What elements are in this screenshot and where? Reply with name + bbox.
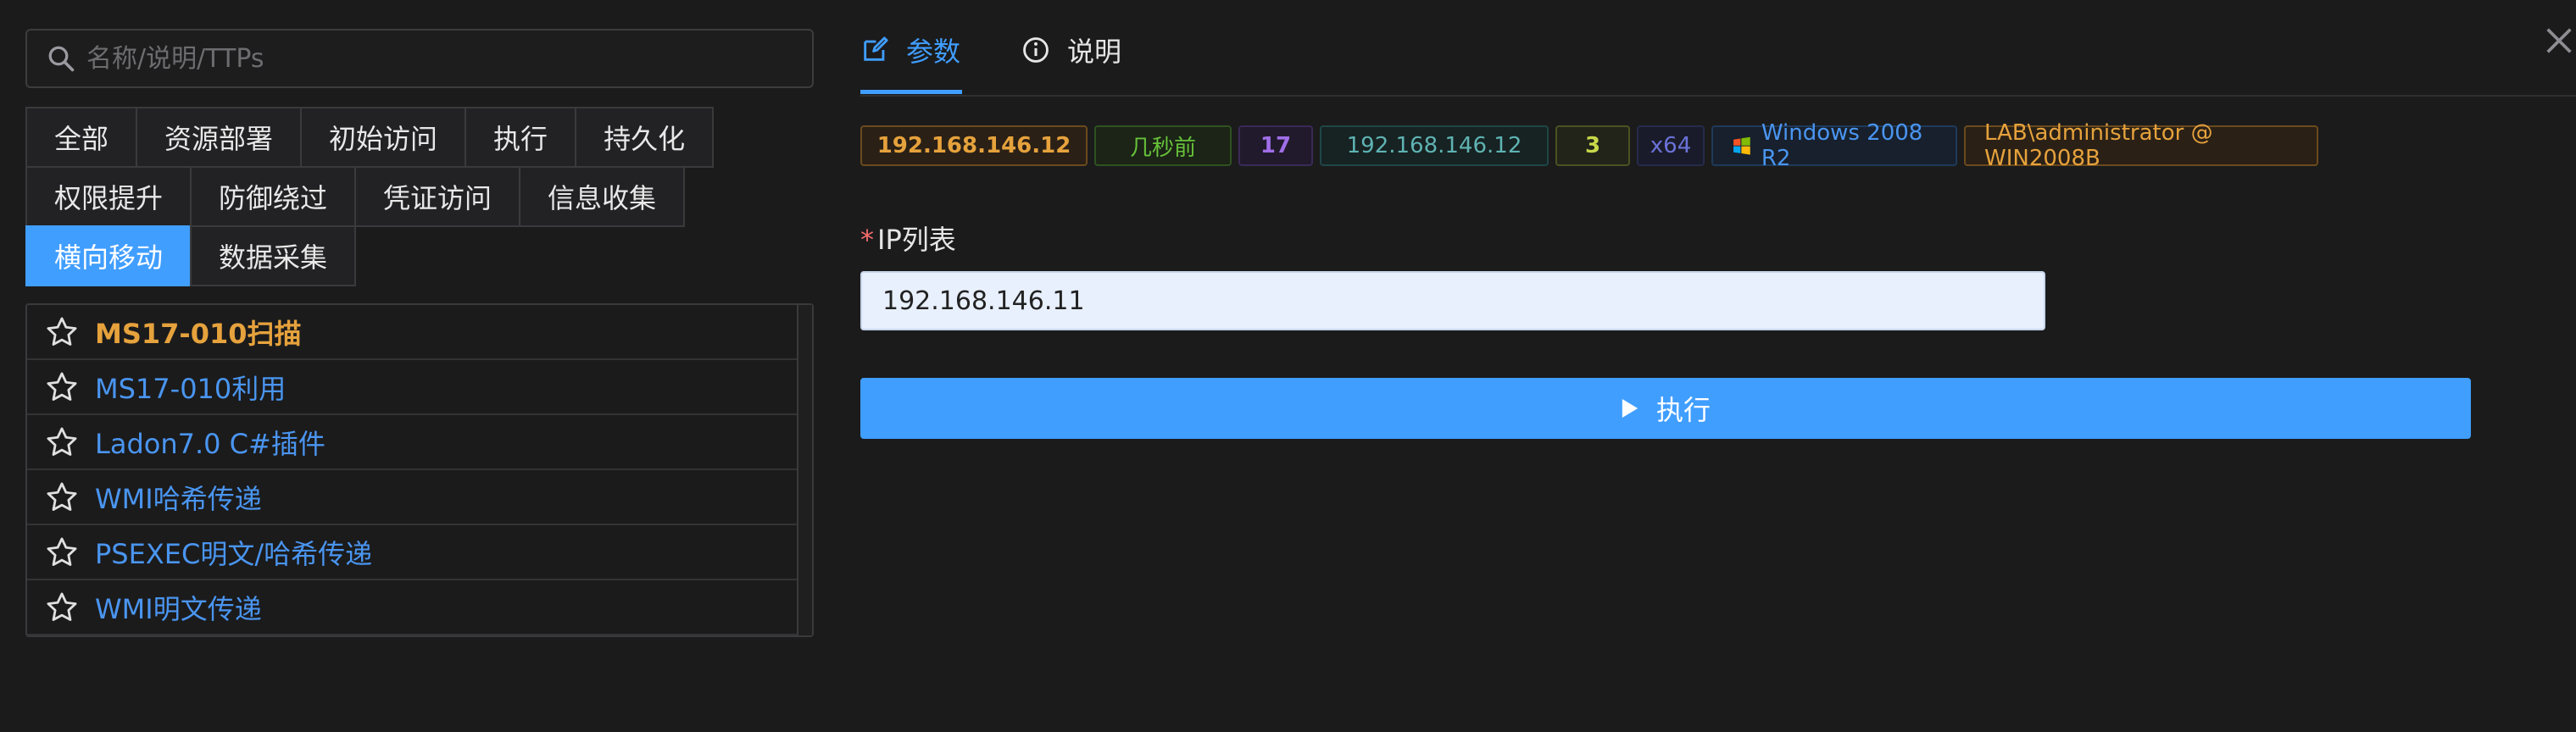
required-mark: * <box>860 224 874 256</box>
category-tab-initial-access[interactable]: 初始访问 <box>300 107 467 168</box>
plugin-label: MS17-010扫描 <box>95 317 302 350</box>
ip-list-label-text: IP列表 <box>877 224 956 256</box>
list-item[interactable]: MS17-010利用 <box>27 360 797 415</box>
category-tab-privilege-escalation[interactable]: 权限提升 <box>25 166 192 227</box>
plugin-label: WMI哈希传递 <box>95 482 262 515</box>
active-tab-indicator <box>860 90 962 94</box>
plugin-panel: 全部 资源部署 初始访问 执行 持久化 权限提升 防御绕过 凭证访问 信息收集 … <box>25 29 814 637</box>
detail-tabs: 参数 说明 <box>860 0 2576 97</box>
category-tab-resource-deploy[interactable]: 资源部署 <box>136 107 303 168</box>
category-tab-collection[interactable]: 数据采集 <box>190 225 357 286</box>
search-box[interactable] <box>25 29 814 88</box>
info-icon <box>1023 37 1049 63</box>
tag-os-label: Windows 2008 R2 <box>1761 120 1923 171</box>
category-tab-discovery[interactable]: 信息收集 <box>519 166 686 227</box>
category-tab-execution[interactable]: 执行 <box>465 107 577 168</box>
search-input[interactable] <box>76 30 812 87</box>
tag-count: 3 <box>1555 125 1630 166</box>
tag-last-seen: 几秒前 <box>1094 125 1232 166</box>
execute-button[interactable]: 执行 <box>860 378 2471 439</box>
tag-arch: x64 <box>1637 125 1705 166</box>
category-tab-all[interactable]: 全部 <box>25 107 138 168</box>
list-item[interactable]: PSEXEC明文/哈希传递 <box>27 525 797 580</box>
ip-list-input[interactable] <box>860 271 2045 330</box>
tag-internal-ip: 192.168.146.12 <box>1320 125 1549 166</box>
category-tabs: 全部 资源部署 初始访问 执行 持久化 权限提升 防御绕过 凭证访问 信息收集 … <box>25 107 814 286</box>
tag-external-ip: 192.168.146.12 <box>860 125 1088 166</box>
star-icon[interactable] <box>44 480 80 515</box>
edit-icon <box>864 36 888 61</box>
list-item[interactable]: Ladon7.0 C#插件 <box>27 415 797 470</box>
tab-description-label: 说明 <box>1067 36 1122 68</box>
category-tab-lateral-movement[interactable]: 横向移动 <box>25 225 192 286</box>
plugin-label: WMI明文传递 <box>95 592 262 625</box>
tab-params-label: 参数 <box>906 36 961 68</box>
detail-panel: 参数 说明 192.168.146.12 几秒前 17 192.168.146.… <box>860 0 2576 439</box>
plugin-list: MS17-010扫描 MS17-010利用 Ladon7.0 C#插件 WMI哈… <box>25 303 814 637</box>
close-icon[interactable] <box>2542 24 2576 58</box>
tab-description[interactable]: 说明 <box>1021 30 1121 69</box>
execute-button-label: 执行 <box>1655 395 1711 425</box>
session-info-tags: 192.168.146.12 几秒前 17 192.168.146.12 3 x… <box>860 120 2325 171</box>
plugin-label: Ladon7.0 C#插件 <box>95 427 325 460</box>
category-tab-persistence[interactable]: 持久化 <box>575 107 715 168</box>
star-icon[interactable] <box>44 535 80 570</box>
list-scrollbar[interactable] <box>797 305 812 635</box>
tag-os: Windows 2008 R2 <box>1711 120 1957 171</box>
plugin-label: MS17-010利用 <box>95 372 287 405</box>
star-icon[interactable] <box>44 590 80 625</box>
tab-params[interactable]: 参数 <box>860 30 960 69</box>
star-icon[interactable] <box>44 369 80 405</box>
list-item[interactable]: WMI哈希传递 <box>27 470 797 525</box>
tag-user: LAB\administrator @ WIN2008B <box>1964 120 2318 171</box>
ip-list-label: * IP列表 <box>860 219 956 258</box>
search-icon <box>48 46 75 72</box>
list-item[interactable]: MS17-010扫描 <box>27 305 797 360</box>
star-icon[interactable] <box>44 424 80 460</box>
windows-logo-icon <box>1733 136 1750 155</box>
tag-pid: 17 <box>1238 125 1313 166</box>
play-icon <box>1622 399 1639 418</box>
list-item[interactable]: WMI明文传递 <box>27 580 797 635</box>
category-tab-defense-evasion[interactable]: 防御绕过 <box>190 166 357 227</box>
star-icon[interactable] <box>44 314 80 350</box>
app-window: 全部 资源部署 初始访问 执行 持久化 权限提升 防御绕过 凭证访问 信息收集 … <box>0 0 2576 732</box>
plugin-label: PSEXEC明文/哈希传递 <box>95 537 373 570</box>
category-tab-credential-access[interactable]: 凭证访问 <box>354 166 521 227</box>
